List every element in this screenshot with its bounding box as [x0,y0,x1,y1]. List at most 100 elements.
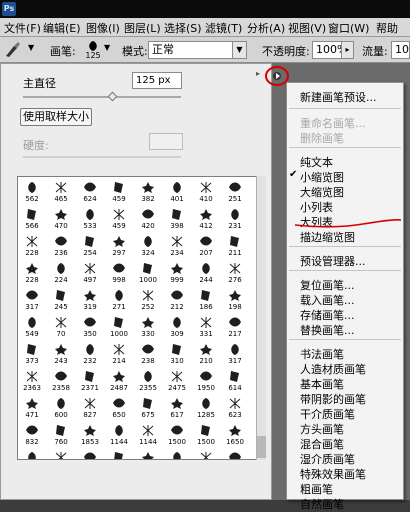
brush-preset[interactable]: 562 [22,179,42,205]
brush-preset[interactable]: 675 [138,395,158,421]
brush-preset[interactable]: 382 [138,179,158,205]
brush-preset[interactable]: 2358 [51,368,71,394]
brush-preset[interactable]: 1144 [138,422,158,448]
brush-tool-icon[interactable] [4,42,26,58]
brush-preset[interactable]: 243 [51,341,71,367]
brush-grid-scrollbar[interactable] [256,176,266,460]
brush-preset[interactable]: 497 [80,260,100,286]
brush-preset[interactable]: 217 [225,314,245,340]
brush-preset[interactable]: 832 [22,422,42,448]
diameter-slider-track[interactable] [23,96,181,98]
menu-view[interactable]: 视图(V) [288,20,326,36]
brush-preset[interactable]: 251 [225,179,245,205]
brush-preset[interactable]: 459 [109,179,129,205]
brush-preset[interactable]: 1500 [196,449,216,459]
brush-preset[interactable]: 211 [225,233,245,259]
menu-wet-media-brushes[interactable]: 湿介质画笔 [300,451,355,467]
brush-preset[interactable]: 1650 [225,422,245,448]
brush-preset[interactable]: 1000 [138,260,158,286]
brush-preset[interactable]: 245 [51,287,71,313]
menu-analysis[interactable]: 分析(A) [247,20,285,36]
brush-preset[interactable]: 210 [196,341,216,367]
menu-natural-brushes[interactable]: 自然画笔 [300,496,344,512]
brush-preset[interactable]: 398 [167,206,187,232]
brush-preset[interactable]: 198 [225,287,245,313]
brush-preset[interactable]: 212 [167,287,187,313]
brush-preset[interactable]: 1628 [51,449,71,459]
menu-reset-brushes[interactable]: 复位画笔... [300,277,355,293]
menu-layer[interactable]: 图层(L) [124,20,161,36]
tool-preset-arrow[interactable]: ▼ [28,43,34,52]
brush-preset[interactable]: 410 [196,179,216,205]
brush-preset[interactable]: 207 [196,233,216,259]
brush-preset[interactable]: 471 [22,395,42,421]
menu-faux-finish-brushes[interactable]: 人造材质画笔 [300,361,366,377]
brush-preset[interactable]: 617 [167,395,187,421]
brush-preset[interactable]: 317 [225,341,245,367]
brush-preset[interactable]: 1132 [80,449,100,459]
brush-preset[interactable]: 533 [80,206,100,232]
flow-input[interactable]: 100 [391,41,410,59]
menu-square-brushes[interactable]: 方头画笔 [300,421,344,437]
brush-preset[interactable]: 317 [22,287,42,313]
brush-preview[interactable]: 125 [82,40,104,60]
brush-preset[interactable]: 1144 [109,422,129,448]
brush-preset[interactable]: 459 [109,206,129,232]
brush-preset[interactable]: 1000 [109,449,129,459]
brush-preset[interactable]: 309 [167,314,187,340]
brush-preset[interactable]: 244 [196,260,216,286]
brush-preset[interactable]: 650 [109,395,129,421]
menu-thick-heavy-brushes[interactable]: 粗画笔 [300,481,333,497]
brush-preset[interactable]: 420 [138,206,158,232]
brush-preset[interactable]: 1500 [225,449,245,459]
brush-preset[interactable]: 760 [51,422,71,448]
brush-preset[interactable]: 2355 [138,368,158,394]
brush-preset[interactable]: 401 [167,179,187,205]
brush-preset[interactable]: 254 [80,233,100,259]
brush-preset[interactable]: 319 [80,287,100,313]
brush-preset[interactable]: 236 [51,233,71,259]
menu-window[interactable]: 窗口(W) [328,20,369,36]
brush-preset[interactable]: 1950 [196,368,216,394]
menu-image[interactable]: 图像(I) [86,20,120,36]
brush-preset[interactable]: 999 [167,260,187,286]
use-sample-size-button[interactable]: 使用取样大小 [20,108,92,126]
brush-preset[interactable]: 614 [225,368,245,394]
brush-preset[interactable]: 624 [80,179,100,205]
menu-help[interactable]: 帮助 [376,20,398,36]
menu-save-brushes[interactable]: 存储画笔... [300,307,355,323]
scrollbar-thumb[interactable] [257,436,266,458]
brush-preset[interactable]: 2487 [109,368,129,394]
brush-preset[interactable]: 70 [51,314,71,340]
master-diameter-input[interactable]: 125 px [132,72,182,89]
brush-preset[interactable]: 228 [22,260,42,286]
brush-preset[interactable]: 600 [51,395,71,421]
brush-preset[interactable]: 350 [80,314,100,340]
brush-preset[interactable]: 1500 [167,422,187,448]
brush-preset[interactable]: 330 [138,314,158,340]
brush-preset[interactable]: 271 [109,287,129,313]
brush-preset[interactable]: 331 [196,314,216,340]
menu-calligraphic-brushes[interactable]: 书法画笔 [300,346,344,362]
menu-replace-brushes[interactable]: 替换画笔... [300,322,355,338]
brush-preset[interactable]: 1500 [196,422,216,448]
menu-large-thumbnail[interactable]: 大缩览图 [300,184,344,200]
menu-drop-shadow-brushes[interactable]: 带阴影的画笔 [300,391,366,407]
brush-preset[interactable]: 623 [225,395,245,421]
menu-preset-manager[interactable]: 预设管理器... [300,253,366,269]
brush-preset[interactable]: 186 [196,287,216,313]
brush-preset[interactable]: 1000 [109,314,129,340]
brush-preset[interactable]: 224 [51,260,71,286]
brush-preset[interactable]: 470 [51,206,71,232]
brush-preset[interactable]: 998 [109,260,129,286]
menu-load-brushes[interactable]: 载入画笔... [300,292,355,308]
menu-dry-media-brushes[interactable]: 干介质画笔 [300,406,355,422]
brush-preset[interactable]: 1853 [80,422,100,448]
brush-preset[interactable]: 214 [109,341,129,367]
brush-preset[interactable]: 1285 [196,395,216,421]
brush-preset[interactable]: 465 [51,179,71,205]
brush-preset[interactable]: 412 [196,206,216,232]
brush-preset[interactable]: 232 [80,341,100,367]
brush-preset[interactable]: 2475 [167,368,187,394]
diameter-slider-thumb[interactable] [107,91,118,102]
